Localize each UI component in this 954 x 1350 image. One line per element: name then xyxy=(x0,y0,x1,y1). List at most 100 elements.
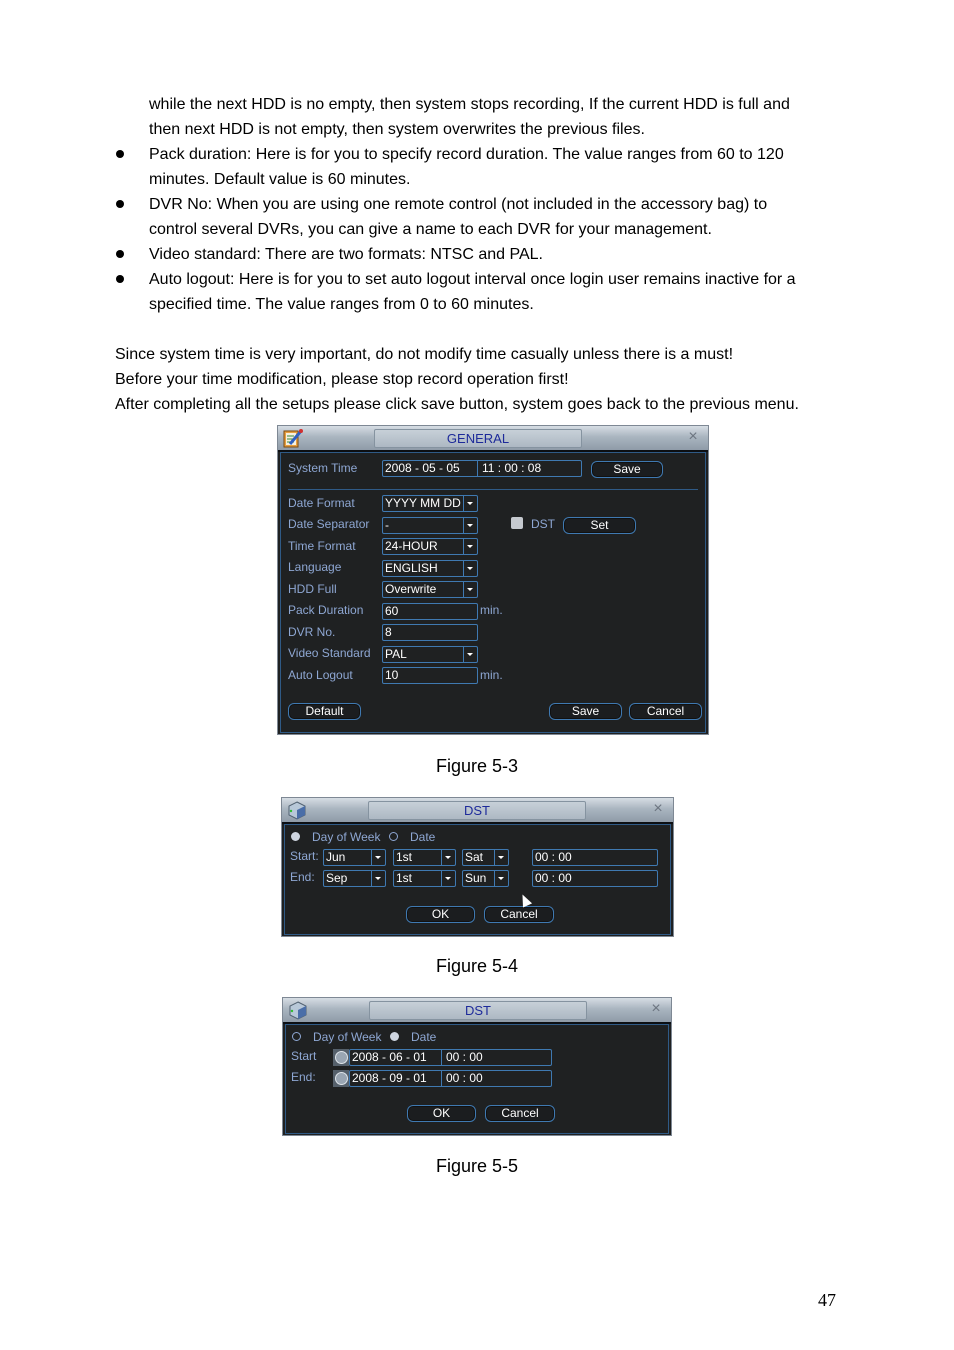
pack-duration-unit: min. xyxy=(480,603,503,617)
figure-caption: Figure 5-4 xyxy=(435,956,519,976)
date-format-label: Date Format xyxy=(288,496,355,510)
day-of-week-label: Day of Week xyxy=(312,830,381,844)
radio-day-of-week[interactable] xyxy=(292,1032,301,1041)
end-week-value: 1st xyxy=(396,871,413,885)
chevron-down-icon xyxy=(463,647,477,662)
dvr-no-label: DVR No. xyxy=(288,625,336,639)
default-button[interactable]: Default xyxy=(288,703,361,720)
chevron-down-icon xyxy=(441,871,455,886)
start-week-value: 1st xyxy=(396,850,413,864)
start-label: Start xyxy=(291,1049,317,1063)
ok-button[interactable]: OK xyxy=(406,906,475,923)
chevron-down-icon xyxy=(463,539,477,554)
start-month-select[interactable]: Jun xyxy=(323,849,386,866)
end-date-value: 2008 - 09 - 01 xyxy=(352,1071,427,1085)
start-month-value: Jun xyxy=(326,850,346,864)
start-label: Start: xyxy=(290,849,319,863)
dst-checkbox[interactable] xyxy=(511,517,523,529)
radio-date[interactable] xyxy=(390,1032,399,1041)
hdd-full-value: Overwrite xyxy=(385,582,437,596)
date-separator-value: - xyxy=(385,518,389,532)
video-standard-select[interactable]: PAL xyxy=(382,646,478,663)
pack-duration-input[interactable]: 60 xyxy=(382,603,478,620)
chevron-down-icon xyxy=(463,496,477,511)
general-window: GENERAL × System Time 2008 - 05 - 05 11 … xyxy=(277,425,709,735)
cancel-button[interactable]: Cancel xyxy=(484,906,554,923)
chevron-down-icon xyxy=(463,518,477,533)
cube-icon xyxy=(289,1001,307,1020)
end-month-value: Sep xyxy=(326,871,348,885)
field-divider xyxy=(441,1050,442,1065)
date-format-value: YYYY MM DD xyxy=(385,496,461,510)
end-datetime-field[interactable]: 2008 - 09 - 01 00 : 00 xyxy=(349,1070,552,1087)
bullet-dvr-no: DVR No: When you are using one remote co… xyxy=(149,196,768,213)
end-month-select[interactable]: Sep xyxy=(323,870,386,887)
dvr-no-input[interactable]: 8 xyxy=(382,624,478,641)
video-standard-value: PAL xyxy=(385,647,407,661)
end-label: End: xyxy=(290,870,315,884)
date-format-select[interactable]: YYYY MM DD xyxy=(382,495,478,512)
date-label: Date xyxy=(411,1030,437,1044)
end-time-input[interactable]: 00 : 00 xyxy=(532,870,658,887)
bullet-pack-duration: Pack duration: Here is for you to specif… xyxy=(149,146,784,163)
bullet-video-standard: Video standard: There are two formats: N… xyxy=(149,246,543,263)
pack-duration-label: Pack Duration xyxy=(288,603,364,617)
language-value: ENGLISH xyxy=(385,561,438,575)
notepad-icon xyxy=(283,429,303,448)
close-icon[interactable]: × xyxy=(647,1000,665,1018)
system-date-value: 2008 - 05 - 05 xyxy=(385,461,460,475)
calendar-icon[interactable] xyxy=(333,1049,349,1066)
chevron-down-icon xyxy=(463,582,477,597)
time-format-select[interactable]: 24-HOUR xyxy=(382,538,478,555)
cancel-button[interactable]: Cancel xyxy=(485,1105,555,1122)
paragraph-line: specified time. The value ranges from 0 … xyxy=(149,296,534,313)
dst-set-button[interactable]: Set xyxy=(563,517,636,534)
system-time-field[interactable]: 2008 - 05 - 05 11 : 00 : 08 xyxy=(382,460,582,477)
calendar-icon[interactable] xyxy=(333,1070,349,1087)
radio-date[interactable] xyxy=(389,832,398,841)
bullet-icon xyxy=(116,150,124,158)
end-day-select[interactable]: Sun xyxy=(462,870,509,887)
dst-week-window: DST × Day of Week Date Start: Jun 1st Sa… xyxy=(281,797,674,937)
paragraph-line: while the next HDD is no empty, then sys… xyxy=(149,96,790,113)
end-week-select[interactable]: 1st xyxy=(393,870,456,887)
window-title: DST xyxy=(368,801,586,820)
chevron-down-icon xyxy=(371,871,385,886)
auto-logout-input[interactable]: 10 xyxy=(382,667,478,684)
start-time-input[interactable]: 00 : 00 xyxy=(532,849,658,866)
page-number: 47 xyxy=(818,1290,836,1310)
language-label: Language xyxy=(288,560,342,574)
language-select[interactable]: ENGLISH xyxy=(382,560,478,577)
close-icon[interactable]: × xyxy=(649,800,667,818)
ok-button[interactable]: OK xyxy=(407,1105,476,1122)
bullet-auto-logout: Auto logout: Here is for you to set auto… xyxy=(149,271,796,288)
date-separator-select[interactable]: - xyxy=(382,517,478,534)
note-line: After completing all the setups please c… xyxy=(115,396,799,413)
start-day-select[interactable]: Sat xyxy=(462,849,509,866)
day-of-week-label: Day of Week xyxy=(313,1030,382,1044)
title-bar: GENERAL × xyxy=(278,426,708,452)
dst-label: DST xyxy=(531,517,555,531)
start-week-select[interactable]: 1st xyxy=(393,849,456,866)
auto-logout-label: Auto Logout xyxy=(288,668,353,682)
system-time-label: System Time xyxy=(288,461,358,475)
field-divider xyxy=(441,1071,442,1086)
title-bar: DST × xyxy=(283,998,671,1024)
date-separator-label: Date Separator xyxy=(288,517,370,531)
radio-day-of-week[interactable] xyxy=(291,832,300,841)
start-datetime-field[interactable]: 2008 - 06 - 01 00 : 00 xyxy=(349,1049,552,1066)
note-line: Before your time modification, please st… xyxy=(115,371,569,388)
save-button[interactable]: Save xyxy=(549,703,622,720)
video-standard-label: Video Standard xyxy=(288,646,371,660)
save-time-button[interactable]: Save xyxy=(591,461,663,478)
separator xyxy=(288,489,698,490)
time-format-value: 24-HOUR xyxy=(385,539,438,553)
bullet-icon xyxy=(116,250,124,258)
cancel-button[interactable]: Cancel xyxy=(629,703,702,720)
close-icon[interactable]: × xyxy=(684,428,702,446)
hdd-full-select[interactable]: Overwrite xyxy=(382,581,478,598)
bullet-icon xyxy=(116,275,124,283)
field-divider xyxy=(477,461,478,476)
paragraph-line: control several DVRs, you can give a nam… xyxy=(149,221,712,238)
start-time-value: 00 : 00 xyxy=(446,1050,483,1064)
